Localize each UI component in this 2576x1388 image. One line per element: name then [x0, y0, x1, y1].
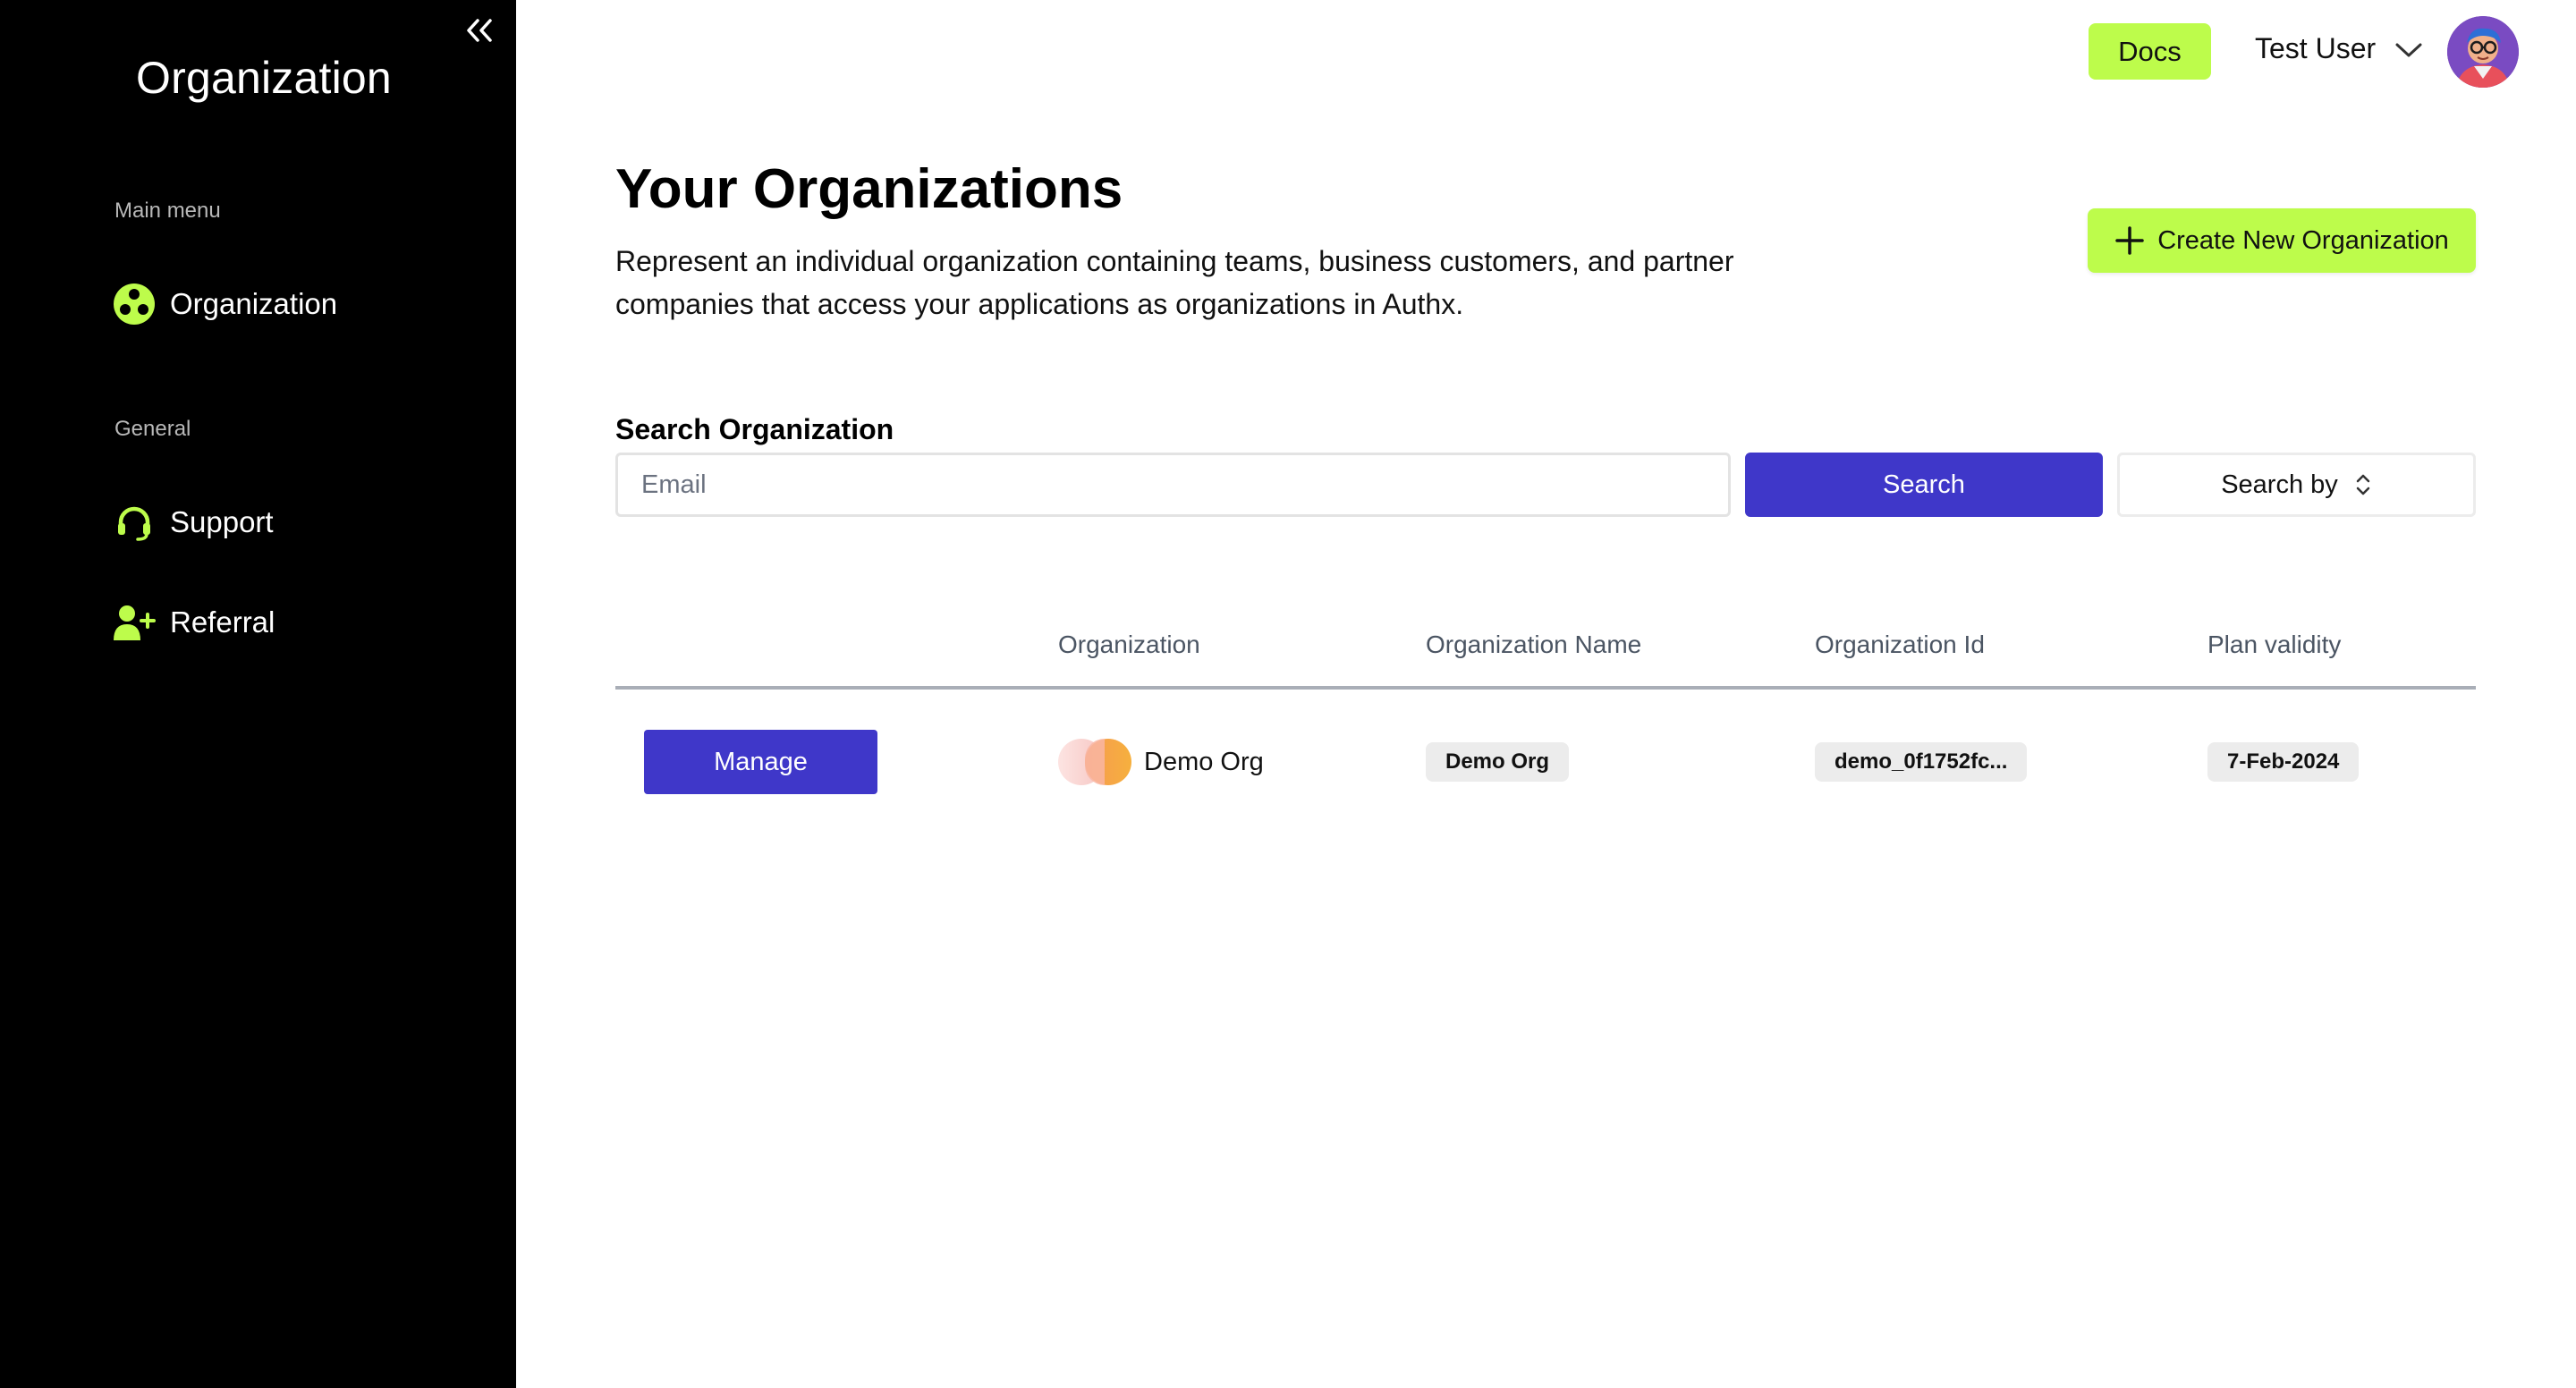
organization-logo	[1058, 739, 1131, 785]
create-organization-label: Create New Organization	[2157, 225, 2449, 255]
manage-button[interactable]: Manage	[644, 730, 877, 794]
page-title: Your Organizations	[615, 158, 1123, 220]
sidebar-item-organization[interactable]: Organization	[113, 283, 337, 326]
section-label-main-menu: Main menu	[114, 199, 221, 223]
table-header-divider	[615, 686, 2476, 690]
collapse-sidebar-button[interactable]	[463, 14, 496, 47]
search-label: Search Organization	[615, 413, 894, 445]
sidebar-title: Organization	[136, 53, 392, 103]
search-by-label: Search by	[2221, 470, 2338, 499]
sidebar-item-label: Organization	[170, 287, 338, 320]
avatar[interactable]	[2447, 16, 2519, 88]
column-header-organization: Organization	[1058, 631, 1200, 658]
column-header-organization-name: Organization Name	[1426, 631, 1642, 658]
user-name[interactable]: Test User	[2255, 32, 2376, 65]
sidebar-item-label: Support	[170, 505, 274, 538]
organization-cell: Demo Org	[1058, 739, 1264, 785]
docs-button[interactable]: Docs	[2089, 23, 2211, 80]
chevron-down-icon[interactable]	[2394, 39, 2424, 61]
plus-icon	[2115, 226, 2144, 255]
organization-label: Demo Org	[1144, 747, 1264, 776]
page-description: Represent an individual organization con…	[615, 245, 1734, 320]
column-header-plan-validity: Plan validity	[2207, 631, 2342, 658]
plan-validity-badge: 7-Feb-2024	[2207, 742, 2360, 782]
search-input[interactable]	[615, 453, 1731, 517]
section-label-general: General	[114, 417, 191, 441]
double-chevron-left-icon	[467, 19, 492, 42]
headset-icon	[113, 501, 156, 544]
sidebar-item-support[interactable]: Support	[113, 501, 274, 544]
search-by-select[interactable]: Search by	[2117, 453, 2476, 517]
sidebar: Organization Main menu Organization Gene…	[0, 0, 516, 1388]
sidebar-item-referral[interactable]: Referral	[113, 601, 275, 644]
search-button[interactable]: Search	[1745, 453, 2103, 517]
sidebar-item-label: Referral	[170, 605, 275, 639]
chevron-up-down-icon	[2356, 474, 2370, 495]
organization-icon	[113, 283, 156, 326]
user-plus-icon	[113, 601, 156, 644]
organization-name-badge: Demo Org	[1426, 742, 1570, 782]
organization-id-badge: demo_0f1752fc...	[1815, 742, 2028, 782]
column-header-organization-id: Organization Id	[1815, 631, 1985, 658]
create-organization-button[interactable]: Create New Organization	[2088, 208, 2476, 273]
